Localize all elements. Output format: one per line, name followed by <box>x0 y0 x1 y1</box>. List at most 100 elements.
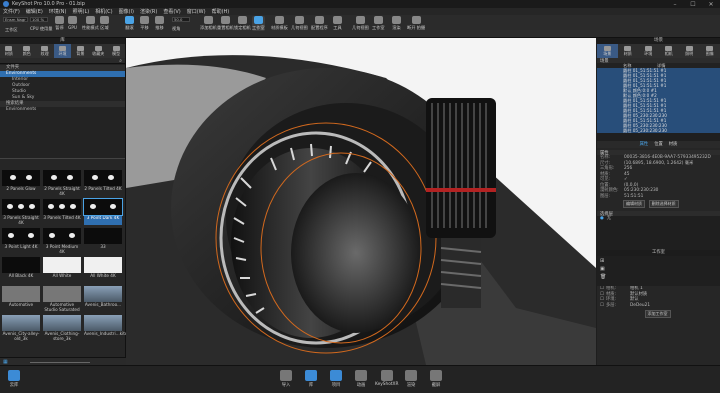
menu-view[interactable]: 查看(V) <box>163 8 180 15</box>
configurator-button[interactable]: 配置程序 <box>311 16 328 31</box>
tab-lighting[interactable]: 照明 <box>679 44 700 58</box>
import-button[interactable]: 导入 <box>280 370 292 388</box>
gpu-button[interactable]: GPU <box>68 16 77 30</box>
thumb-3-point-dark[interactable]: 3 Point Dark 4K <box>83 198 123 225</box>
region-button[interactable]: 区域 <box>100 16 109 31</box>
thumb-3-panels-straight[interactable]: 3 Panels Straight 4K <box>2 199 40 225</box>
menu-render[interactable]: 渲染(R) <box>140 8 157 15</box>
size-slider[interactable] <box>30 362 90 363</box>
search-icon[interactable]: ⌕ <box>119 58 122 64</box>
thumb-all-white[interactable]: All White <box>43 257 81 283</box>
tab-material[interactable]: 材质 <box>618 44 639 58</box>
menu-help[interactable]: 帮助(H) <box>212 8 230 15</box>
reset-camera-button[interactable]: 重置相机 <box>217 16 234 31</box>
scene-tabs: 场景 材质 环境 相机 照明 图像 <box>597 44 720 58</box>
geometry-view-button-2[interactable]: 几何视图 <box>352 16 369 31</box>
studio-button[interactable]: 工作室 <box>252 16 265 31</box>
info-value: 51:51:51 <box>624 193 644 199</box>
screenshot-button[interactable]: 截屏 <box>430 370 442 388</box>
thumb-3-point-medium[interactable]: 3 Point Medium 4K <box>43 228 81 254</box>
add-studio-button[interactable]: 添加工作室 <box>644 310 671 318</box>
performance-mode-button[interactable]: 性能模式 <box>82 16 99 31</box>
menu-environment[interactable]: 环境(N) <box>49 8 67 15</box>
layer-item[interactable]: ● 无 <box>597 216 720 222</box>
tools-button[interactable]: 工具 <box>333 16 342 31</box>
thumb-33[interactable]: 33 <box>84 228 122 254</box>
workspace-delete-icon[interactable]: 🗑 <box>600 274 606 280</box>
studio-button-2[interactable]: 工作室 <box>372 16 385 31</box>
minimize-icon[interactable]: – <box>666 1 684 8</box>
thumb-avenis-bathroom[interactable]: Avenis_Bathroo... <box>84 286 122 312</box>
perspective-button[interactable]: 视角 <box>172 25 180 32</box>
menu-lighting[interactable]: 照明(L) <box>73 8 90 15</box>
search-result-environments[interactable]: Environments <box>0 107 125 113</box>
render-button[interactable]: 渲染 <box>405 370 417 388</box>
tab-favorites[interactable]: 收藏夹 <box>89 44 107 58</box>
workspace-select[interactable]: Ensm Nagr <box>3 17 28 22</box>
thumb-2-panels-tilted[interactable]: 2 Panels Tilted 4K <box>84 170 122 196</box>
tab-backplates[interactable]: 背景 <box>71 44 89 58</box>
workspace-add-icon[interactable]: ⊞ <box>600 258 604 264</box>
maximize-icon[interactable]: ☐ <box>684 1 702 8</box>
tab-scene[interactable]: 场景 <box>597 44 618 58</box>
render-viewport[interactable] <box>126 38 596 365</box>
fov-field[interactable]: 50.0 <box>172 17 190 22</box>
menu-camera[interactable]: 相机(C) <box>95 8 112 15</box>
library-tabs: 材质 颜色 纹理 环境 背景 收藏夹 模型 <box>0 44 125 58</box>
thumb-avenis-industrial-kitchen[interactable]: Avenis_Industri...kitchen_3k <box>84 315 142 341</box>
thumb-3-point-light[interactable]: 3 Point Light 4K <box>2 228 40 254</box>
edit-material-button[interactable]: 编辑材质 <box>623 200 645 208</box>
workspace-save-icon[interactable]: ▣ <box>600 266 605 272</box>
configurator-icon <box>314 16 324 24</box>
animation-button[interactable]: 动画 <box>355 370 367 388</box>
pause-button[interactable]: 暂停 <box>55 16 64 31</box>
tumble-button[interactable]: 翻滚 <box>125 16 134 31</box>
menu-window[interactable]: 窗口(W) <box>187 8 206 15</box>
remove-material-button[interactable]: 删除选择材质 <box>648 200 679 208</box>
cpu-usage-button[interactable]: CPU 使用量 <box>30 25 52 32</box>
keyshotxr-button[interactable]: KeyShotXR <box>375 370 398 387</box>
lock-camera-button[interactable]: 锁定相机 <box>234 16 251 31</box>
menu-image[interactable]: 图像(I) <box>119 8 134 15</box>
menu-file[interactable]: 文件(F) <box>3 8 20 15</box>
sub-tab-material[interactable]: 材质 <box>669 141 678 148</box>
tab-models[interactable]: 模型 <box>107 44 125 58</box>
render-button-top[interactable]: 渲染 <box>392 16 401 31</box>
gpu-icon <box>68 16 77 24</box>
add-camera-button[interactable]: 添加相机 <box>200 16 217 31</box>
thumb-avenis-city-alley[interactable]: Avenis_City-alley-old_3k <box>2 315 40 341</box>
geometry-view-button[interactable]: 几何视图 <box>291 16 308 31</box>
disconnect-capture-button[interactable]: 断开 拍摄 <box>407 16 425 31</box>
tab-image[interactable]: 图像 <box>700 44 720 58</box>
thumb-automotive-studio-saturated[interactable]: Automotive Studio Saturated <box>43 286 81 312</box>
region-icon <box>100 16 109 24</box>
pan-button[interactable]: 平移 <box>140 16 149 31</box>
scene-row[interactable]: 圆柱 05_230:230:230 <box>597 128 720 133</box>
sub-tab-properties[interactable]: 属性 <box>640 141 649 148</box>
tab-environment[interactable]: 环境 <box>638 44 659 58</box>
thumb-all-white-4k[interactable]: All White 4K <box>84 257 122 283</box>
zoom-select[interactable]: 100 % <box>30 17 48 22</box>
thumb-automotive[interactable]: Automotive <box>2 286 40 312</box>
sub-tab-position[interactable]: 位置 <box>654 141 663 148</box>
thumb-2-panels-glow[interactable]: 2 Panels Glow <box>2 170 40 196</box>
tab-environments[interactable]: 环境 <box>53 44 72 58</box>
pan-icon <box>140 16 149 24</box>
project-button[interactable]: 项目 <box>330 370 342 388</box>
workspace-area: ⊞ ▣ 🗑 <box>597 256 720 286</box>
dolly-button[interactable]: 推移 <box>155 16 164 31</box>
menu-edit[interactable]: 编辑(E) <box>26 8 43 15</box>
close-icon[interactable]: ✕ <box>702 1 720 8</box>
material-template-button[interactable]: 材质模板 <box>271 16 288 31</box>
tab-colors[interactable]: 颜色 <box>18 44 36 58</box>
tab-textures[interactable]: 纹理 <box>36 44 54 58</box>
thumb-avenis-clothing-store[interactable]: Avenis_Clothing-store_3k <box>43 315 81 341</box>
cloud-library-button[interactable]: 云库 <box>8 370 20 388</box>
geometry-view-icon <box>294 16 304 24</box>
thumb-all-black[interactable]: All Black 4K <box>2 257 40 283</box>
library-button[interactable]: 库 <box>305 370 317 388</box>
tab-camera[interactable]: 相机 <box>659 44 680 58</box>
tab-materials[interactable]: 材质 <box>0 44 18 58</box>
thumb-2-panels-straight[interactable]: 2 Panels Straight 4K <box>43 170 81 196</box>
thumb-3-panels-tilted[interactable]: 3 Panels Tilted 4K <box>43 199 81 225</box>
